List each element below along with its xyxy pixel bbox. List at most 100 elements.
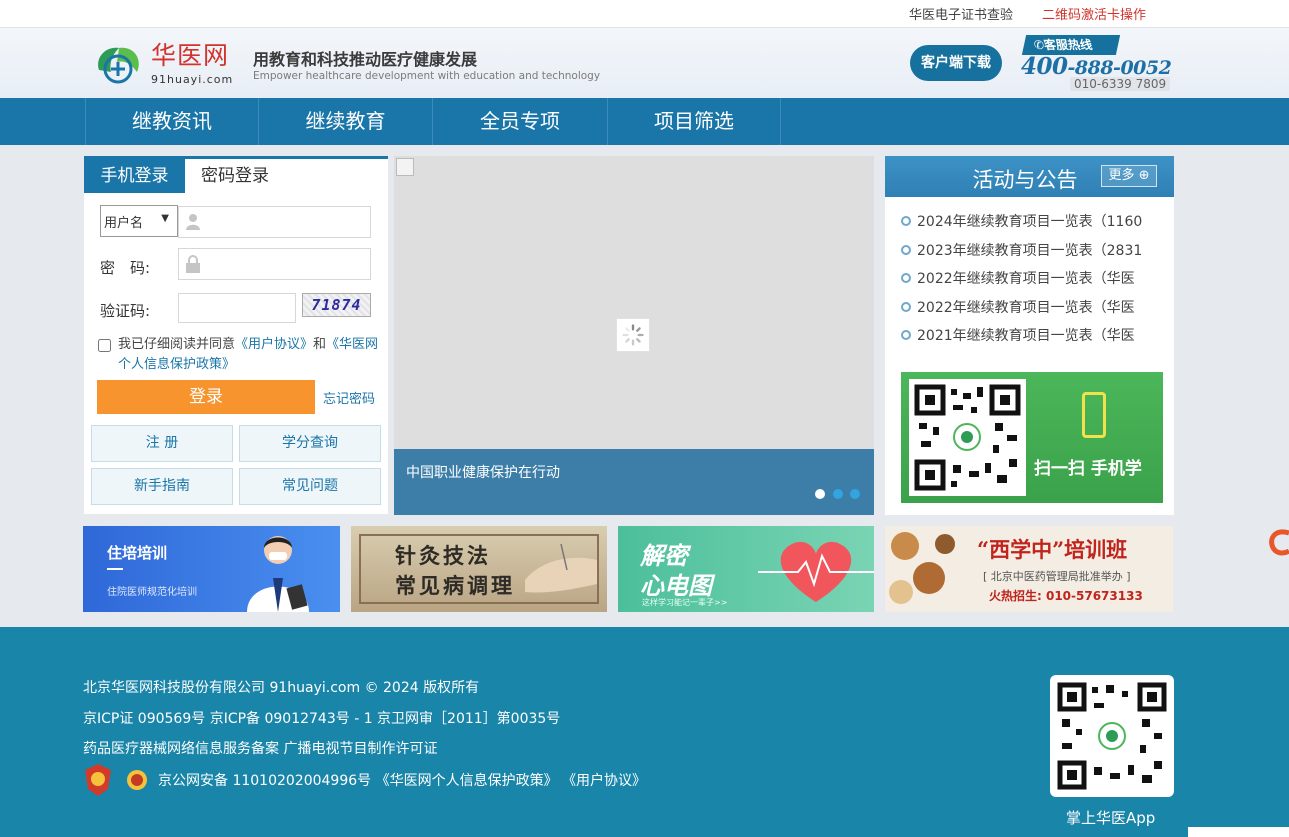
password-label: 密 码: — [100, 259, 151, 277]
faq-button[interactable]: 常见问题 — [239, 468, 381, 505]
tab-password-login[interactable]: 密码登录 — [185, 159, 285, 193]
announcement-text: 2024年继续教育项目一览表（1160 — [917, 214, 1143, 230]
password-input[interactable] — [178, 248, 371, 280]
login-button[interactable]: 登录 — [97, 380, 315, 414]
carousel-dot-2[interactable] — [833, 489, 843, 499]
announcement-text: 2023年继续教育项目一览表（2831 — [917, 242, 1143, 259]
more-label: 更多 — [1108, 168, 1135, 183]
announcement-item[interactable]: 2022年继续教育项目一览表（华医 — [901, 297, 1166, 326]
forgot-password-link[interactable]: 忘记密码 — [323, 388, 375, 407]
hotline-label: 客服热线 — [1042, 38, 1094, 52]
banner-carousel[interactable]: 中国职业健康保护在行动 — [394, 156, 874, 515]
mobile-qr-banner[interactable]: 扫一扫 手机学 — [901, 372, 1163, 503]
announcement-item[interactable]: 2024年继续教育项目一览表（1160 — [901, 211, 1166, 240]
nav-item-continuing-education[interactable]: 继续教育 — [258, 98, 432, 145]
logo-icon[interactable] — [93, 40, 145, 88]
cert-check-link[interactable]: 华医电子证书查验 — [909, 4, 1013, 23]
hand-icon — [525, 543, 597, 593]
tab-phone-login[interactable]: 手机登录 — [84, 159, 185, 193]
footer-licenses[interactable]: 药品医疗器械网络信息服务备案 广播电视节目制作许可证 — [83, 738, 437, 758]
register-button[interactable]: 注 册 — [91, 425, 233, 462]
footer-user-agreement-link[interactable]: 《用户协议》 — [562, 773, 646, 789]
promo-4-phone: 火热招生: 010-57673133 — [989, 589, 1143, 603]
site-header: 华医网 91huayi.com 用教育和科技推动医疗健康发展 Empower h… — [0, 28, 1289, 98]
main-nav: 继教资讯 继续教育 全员专项 项目筛选 — [0, 98, 1289, 145]
promo-residency-training[interactable]: 住培培训 住院医师规范化培训 — [83, 526, 340, 612]
chat-widget-tab[interactable] — [1188, 827, 1289, 837]
heart-icon — [758, 541, 874, 602]
promo-1-divider — [107, 568, 123, 570]
phone-icon — [1082, 392, 1106, 438]
announcement-item[interactable]: 2023年继续教育项目一览表（2831 — [901, 240, 1166, 269]
announcement-item[interactable]: 2022年继续教育项目一览表（华医 — [901, 268, 1166, 297]
qr-activate-link[interactable]: 二维码激活卡操作 — [1042, 4, 1146, 23]
promo-ecg[interactable]: 解密 心电图 这样学习能记一辈子>> — [618, 526, 874, 612]
carousel-dot-1[interactable] — [815, 489, 825, 499]
login-panel: 手机登录 密码登录 用户名 ▼ 密 码: 验证码: 71874 我已仔细阅读并同… — [84, 156, 388, 514]
guide-button[interactable]: 新手指南 — [91, 468, 233, 505]
announcement-item[interactable]: 2021年继续教育项目一览表（华医 — [901, 325, 1166, 354]
announcement-text: 2022年继续教育项目一览表（华医 — [917, 271, 1135, 287]
promo-4-title: “西学中”培训班 — [977, 537, 1128, 562]
agree-and: 和 — [313, 337, 327, 352]
promo-1-title: 住培培训 — [107, 544, 168, 562]
bullet-icon — [901, 273, 911, 283]
nav-item-project-filter[interactable]: 项目筛选 — [607, 98, 781, 145]
slogan: 用教育和科技推动医疗健康发展 — [253, 50, 478, 69]
hotline-tag: ✆ 客服热线 — [1021, 35, 1121, 55]
brand-url: 91huayi.com — [151, 73, 234, 86]
username-input[interactable] — [178, 206, 371, 238]
user-agreement-link[interactable]: 《用户协议》 — [235, 337, 313, 352]
user-icon — [186, 214, 200, 230]
app-label: 掌上华医App — [1066, 809, 1156, 827]
account-type-select[interactable]: 用户名 ▼ — [100, 205, 178, 237]
top-bar: 华医电子证书查验 二维码激活卡操作 — [0, 0, 1289, 28]
hotline-alt: 010-6339 7809 — [1070, 77, 1171, 91]
more-button[interactable]: 更多 ⊕ — [1101, 165, 1157, 187]
police-emblem-icon[interactable] — [84, 763, 112, 797]
promo-acupuncture[interactable]: 针灸技法 常见病调理 — [351, 526, 607, 612]
nav-item-all-staff[interactable]: 全员专项 — [432, 98, 607, 145]
promo-2-line2: 常见病调理 — [395, 573, 515, 598]
slogan-en: Empower healthcare development with educ… — [253, 70, 601, 82]
agree-checkbox[interactable] — [98, 339, 111, 352]
captcha-image[interactable]: 71874 — [302, 293, 371, 317]
account-type-value: 用户名 — [104, 216, 144, 231]
footer-security-record[interactable]: 京公网安备 11010202004996号 — [158, 773, 371, 789]
announcements-header: 活动与公告 更多 ⊕ — [885, 156, 1174, 197]
client-download-button[interactable]: 客户端下载 — [910, 45, 1002, 81]
promo-1-subtitle: 住院医师规范化培训 — [107, 587, 197, 598]
captcha-label: 验证码: — [100, 302, 151, 320]
carousel-dot-3[interactable] — [850, 489, 860, 499]
broken-image-icon — [396, 158, 414, 176]
promo-western-learn-chinese[interactable]: “西学中”培训班 [ 北京中医药管理局批准举办 ] 火热招生: 010-5767… — [885, 526, 1173, 612]
hotline-number: 400-888-0052 — [1021, 53, 1172, 80]
security-badge-icon[interactable] — [126, 769, 148, 791]
agreement: 我已仔细阅读并同意《用户协议》和《华医网个人信息保护政策》 — [98, 335, 380, 375]
banner-caption-bar: 中国职业健康保护在行动 — [394, 449, 874, 515]
promo-3-subtitle: 这样学习能记一辈子>> — [642, 598, 728, 607]
footer-privacy-link[interactable]: 《华医网个人信息保护政策》 — [376, 773, 558, 789]
loading-spinner-icon — [616, 318, 650, 352]
plus-circle-icon: ⊕ — [1138, 168, 1150, 183]
bullet-icon — [901, 330, 911, 340]
footer-icp[interactable]: 京ICP证 090569号 京ICP备 09012743号 - 1 京卫网审［2… — [83, 708, 560, 728]
footer-security-line: 京公网安备 11010202004996号 《华医网个人信息保护政策》 《用户协… — [158, 770, 646, 790]
announcements-panel: 活动与公告 更多 ⊕ 2024年继续教育项目一览表（1160 2023年继续教育… — [885, 156, 1174, 515]
agree-prefix: 我已仔细阅读并同意 — [118, 337, 236, 352]
bullet-icon — [901, 301, 911, 312]
bullet-icon — [901, 244, 911, 255]
qr-caption: 扫一扫 手机学 — [1034, 459, 1142, 479]
footer-copyright: 北京华医网科技股份有限公司 91huayi.com © 2024 版权所有 — [83, 680, 480, 696]
announcement-text: 2021年继续教育项目一览表（华医 — [917, 328, 1135, 344]
hotline-prefix: 400 — [1021, 53, 1068, 80]
brand-name[interactable]: 华医网 — [151, 42, 229, 70]
credit-query-button[interactable]: 学分查询 — [239, 425, 381, 462]
nav-item-news[interactable]: 继教资讯 — [85, 98, 258, 145]
captcha-input[interactable] — [178, 293, 296, 323]
side-float-icon[interactable] — [1268, 527, 1289, 559]
hotline-rest: -888-0052 — [1067, 57, 1172, 79]
promo-2-line1: 针灸技法 — [395, 543, 491, 568]
bullet-icon — [901, 216, 911, 226]
banner-caption[interactable]: 中国职业健康保护在行动 — [406, 462, 560, 482]
